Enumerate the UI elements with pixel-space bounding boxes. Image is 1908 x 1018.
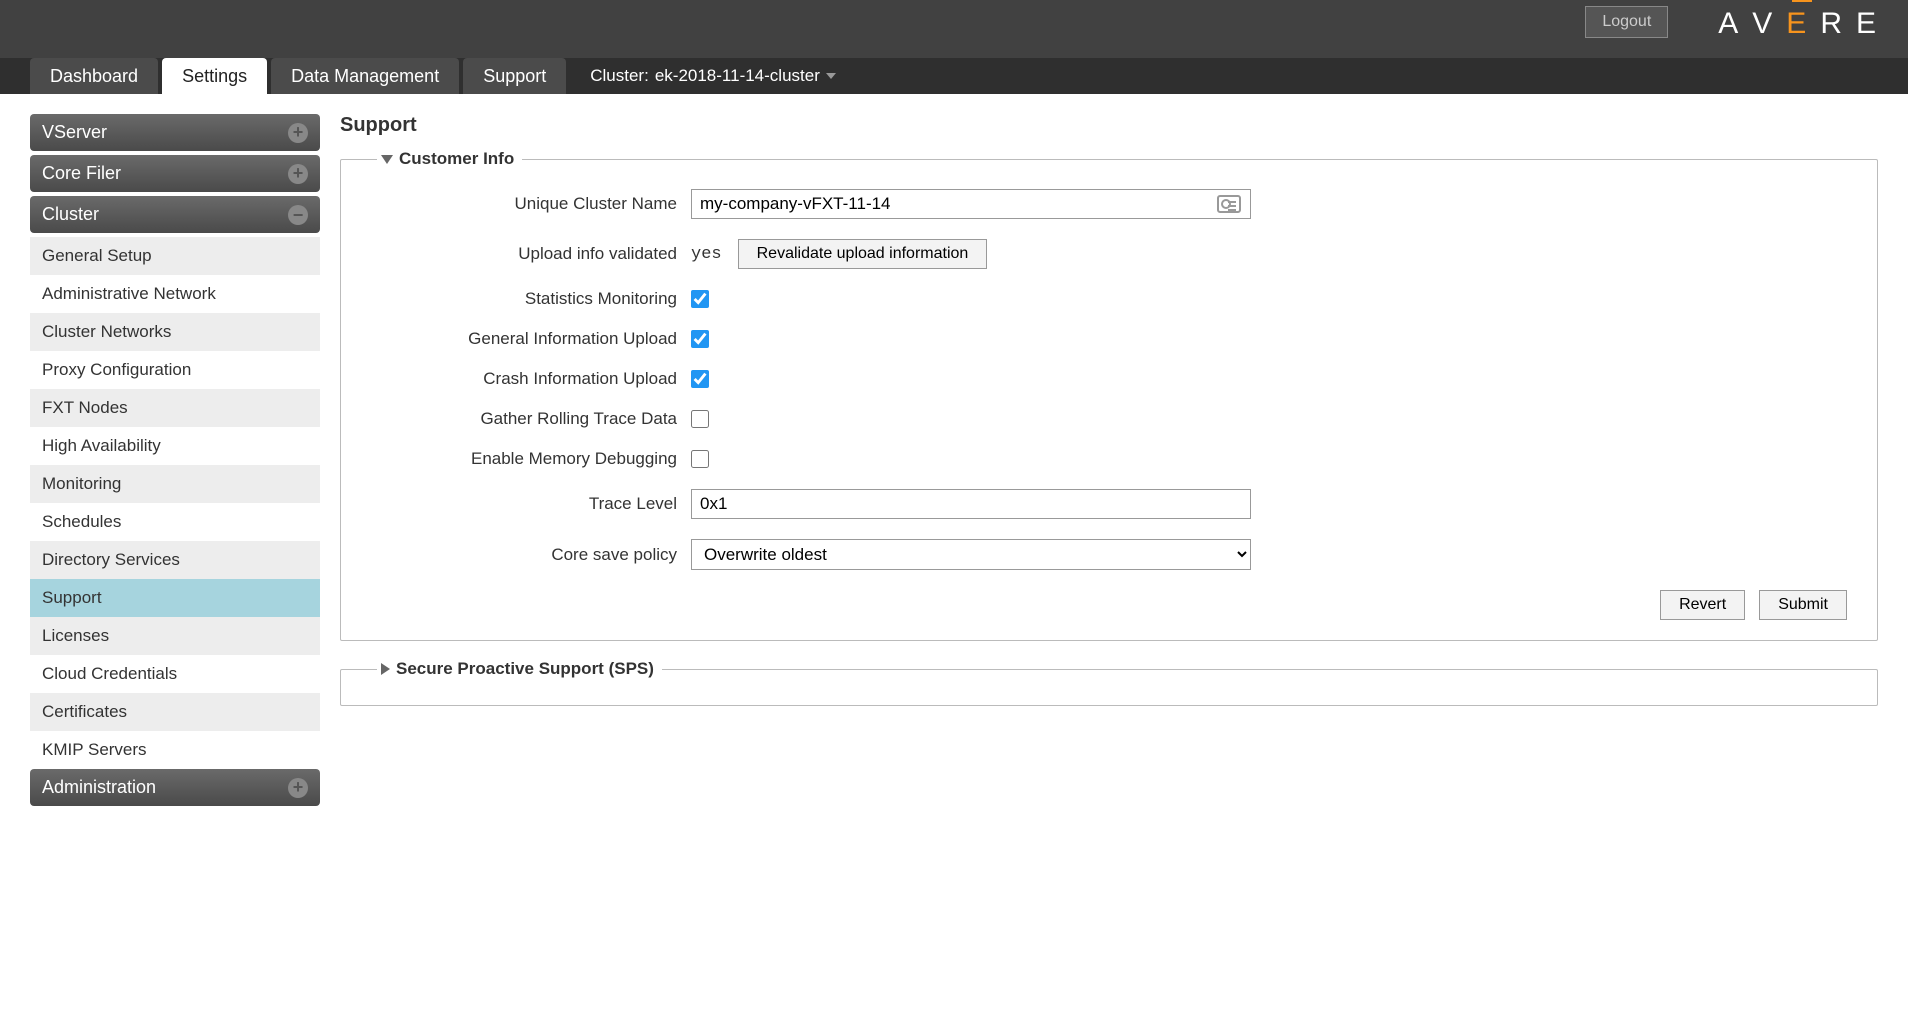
plus-icon: + bbox=[288, 778, 308, 798]
general-info-upload-label: General Information Upload bbox=[371, 329, 691, 349]
sidebar-cluster-items: General Setup Administrative Network Clu… bbox=[30, 237, 320, 769]
submit-button[interactable]: Submit bbox=[1759, 590, 1847, 620]
sidebar-item-kmip-servers[interactable]: KMIP Servers bbox=[30, 731, 320, 769]
upload-validated-label: Upload info validated bbox=[371, 244, 691, 264]
sidebar-section-core-filer[interactable]: Core Filer + bbox=[30, 155, 320, 192]
sidebar-item-cloud-credentials[interactable]: Cloud Credentials bbox=[30, 655, 320, 693]
upload-validated-value: yes bbox=[691, 245, 722, 264]
gather-rolling-trace-checkbox[interactable] bbox=[691, 410, 709, 428]
main-content: Support Customer Info Unique Cluster Nam… bbox=[340, 114, 1878, 810]
revalidate-button[interactable]: Revalidate upload information bbox=[738, 239, 988, 269]
logout-button[interactable]: Logout bbox=[1585, 6, 1668, 38]
logo: A V E R E bbox=[1718, 7, 1888, 41]
sidebar-item-licenses[interactable]: Licenses bbox=[30, 617, 320, 655]
unique-cluster-name-input[interactable] bbox=[691, 189, 1251, 219]
sidebar-item-monitoring[interactable]: Monitoring bbox=[30, 465, 320, 503]
enable-memory-debugging-label: Enable Memory Debugging bbox=[371, 449, 691, 469]
sidebar-item-support[interactable]: Support bbox=[30, 579, 320, 617]
sidebar-item-proxy-configuration[interactable]: Proxy Configuration bbox=[30, 351, 320, 389]
tab-dashboard[interactable]: Dashboard bbox=[30, 58, 158, 94]
trace-level-label: Trace Level bbox=[371, 494, 691, 514]
customer-info-section: Customer Info Unique Cluster Name Upload… bbox=[340, 149, 1878, 641]
sidebar-section-cluster[interactable]: Cluster − bbox=[30, 196, 320, 233]
logo-letter: R bbox=[1820, 7, 1854, 41]
customer-info-legend[interactable]: Customer Info bbox=[377, 149, 522, 169]
sidebar-item-schedules[interactable]: Schedules bbox=[30, 503, 320, 541]
statistics-monitoring-label: Statistics Monitoring bbox=[371, 289, 691, 309]
chevron-right-icon bbox=[381, 663, 390, 675]
sidebar-section-label: Cluster bbox=[42, 204, 99, 225]
tab-support[interactable]: Support bbox=[463, 58, 566, 94]
core-save-policy-select[interactable]: Overwrite oldest bbox=[691, 539, 1251, 570]
general-info-upload-checkbox[interactable] bbox=[691, 330, 709, 348]
sidebar-section-label: Administration bbox=[42, 777, 156, 798]
sidebar-item-high-availability[interactable]: High Availability bbox=[30, 427, 320, 465]
tab-settings[interactable]: Settings bbox=[162, 58, 267, 94]
sidebar-section-vserver[interactable]: VServer + bbox=[30, 114, 320, 151]
revert-button[interactable]: Revert bbox=[1660, 590, 1745, 620]
trace-level-input[interactable] bbox=[691, 489, 1251, 519]
statistics-monitoring-checkbox[interactable] bbox=[691, 290, 709, 308]
sidebar-item-fxt-nodes[interactable]: FXT Nodes bbox=[30, 389, 320, 427]
logo-letter: E bbox=[1856, 7, 1888, 41]
sidebar-item-cluster-networks[interactable]: Cluster Networks bbox=[30, 313, 320, 351]
logo-area: Logout A V E R E bbox=[1585, 0, 1888, 58]
sidebar-item-general-setup[interactable]: General Setup bbox=[30, 237, 320, 275]
logo-letter: A bbox=[1718, 7, 1750, 41]
sidebar-section-label: Core Filer bbox=[42, 163, 121, 184]
sidebar-item-directory-services[interactable]: Directory Services bbox=[30, 541, 320, 579]
cluster-selector[interactable]: Cluster: ek-2018-11-14-cluster bbox=[590, 58, 836, 94]
cluster-prefix: Cluster: bbox=[590, 66, 649, 86]
topbar: Logout A V E R E bbox=[0, 0, 1908, 58]
sps-section: Secure Proactive Support (SPS) bbox=[340, 659, 1878, 706]
chevron-down-icon bbox=[381, 155, 393, 164]
navbar: Dashboard Settings Data Management Suppo… bbox=[0, 58, 1908, 94]
plus-icon: + bbox=[288, 164, 308, 184]
core-save-policy-label: Core save policy bbox=[371, 545, 691, 565]
page-title: Support bbox=[340, 114, 1878, 137]
enable-memory-debugging-checkbox[interactable] bbox=[691, 450, 709, 468]
tab-data-management[interactable]: Data Management bbox=[271, 58, 459, 94]
legend-label: Secure Proactive Support (SPS) bbox=[396, 659, 654, 679]
chevron-down-icon bbox=[826, 73, 836, 79]
legend-label: Customer Info bbox=[399, 149, 514, 169]
unique-cluster-name-label: Unique Cluster Name bbox=[371, 194, 691, 214]
sps-legend[interactable]: Secure Proactive Support (SPS) bbox=[377, 659, 662, 679]
cluster-name: ek-2018-11-14-cluster bbox=[655, 66, 820, 86]
logo-letter: V bbox=[1752, 7, 1784, 41]
sidebar-item-administrative-network[interactable]: Administrative Network bbox=[30, 275, 320, 313]
minus-icon: − bbox=[288, 205, 308, 225]
logo-letter-e: E bbox=[1786, 7, 1818, 41]
crash-info-upload-checkbox[interactable] bbox=[691, 370, 709, 388]
sidebar-section-label: VServer bbox=[42, 122, 107, 143]
sidebar: VServer + Core Filer + Cluster − General… bbox=[30, 114, 320, 810]
crash-info-upload-label: Crash Information Upload bbox=[371, 369, 691, 389]
plus-icon: + bbox=[288, 123, 308, 143]
id-badge-icon bbox=[1217, 195, 1241, 213]
sidebar-item-certificates[interactable]: Certificates bbox=[30, 693, 320, 731]
gather-rolling-trace-label: Gather Rolling Trace Data bbox=[371, 409, 691, 429]
sidebar-section-administration[interactable]: Administration + bbox=[30, 769, 320, 806]
